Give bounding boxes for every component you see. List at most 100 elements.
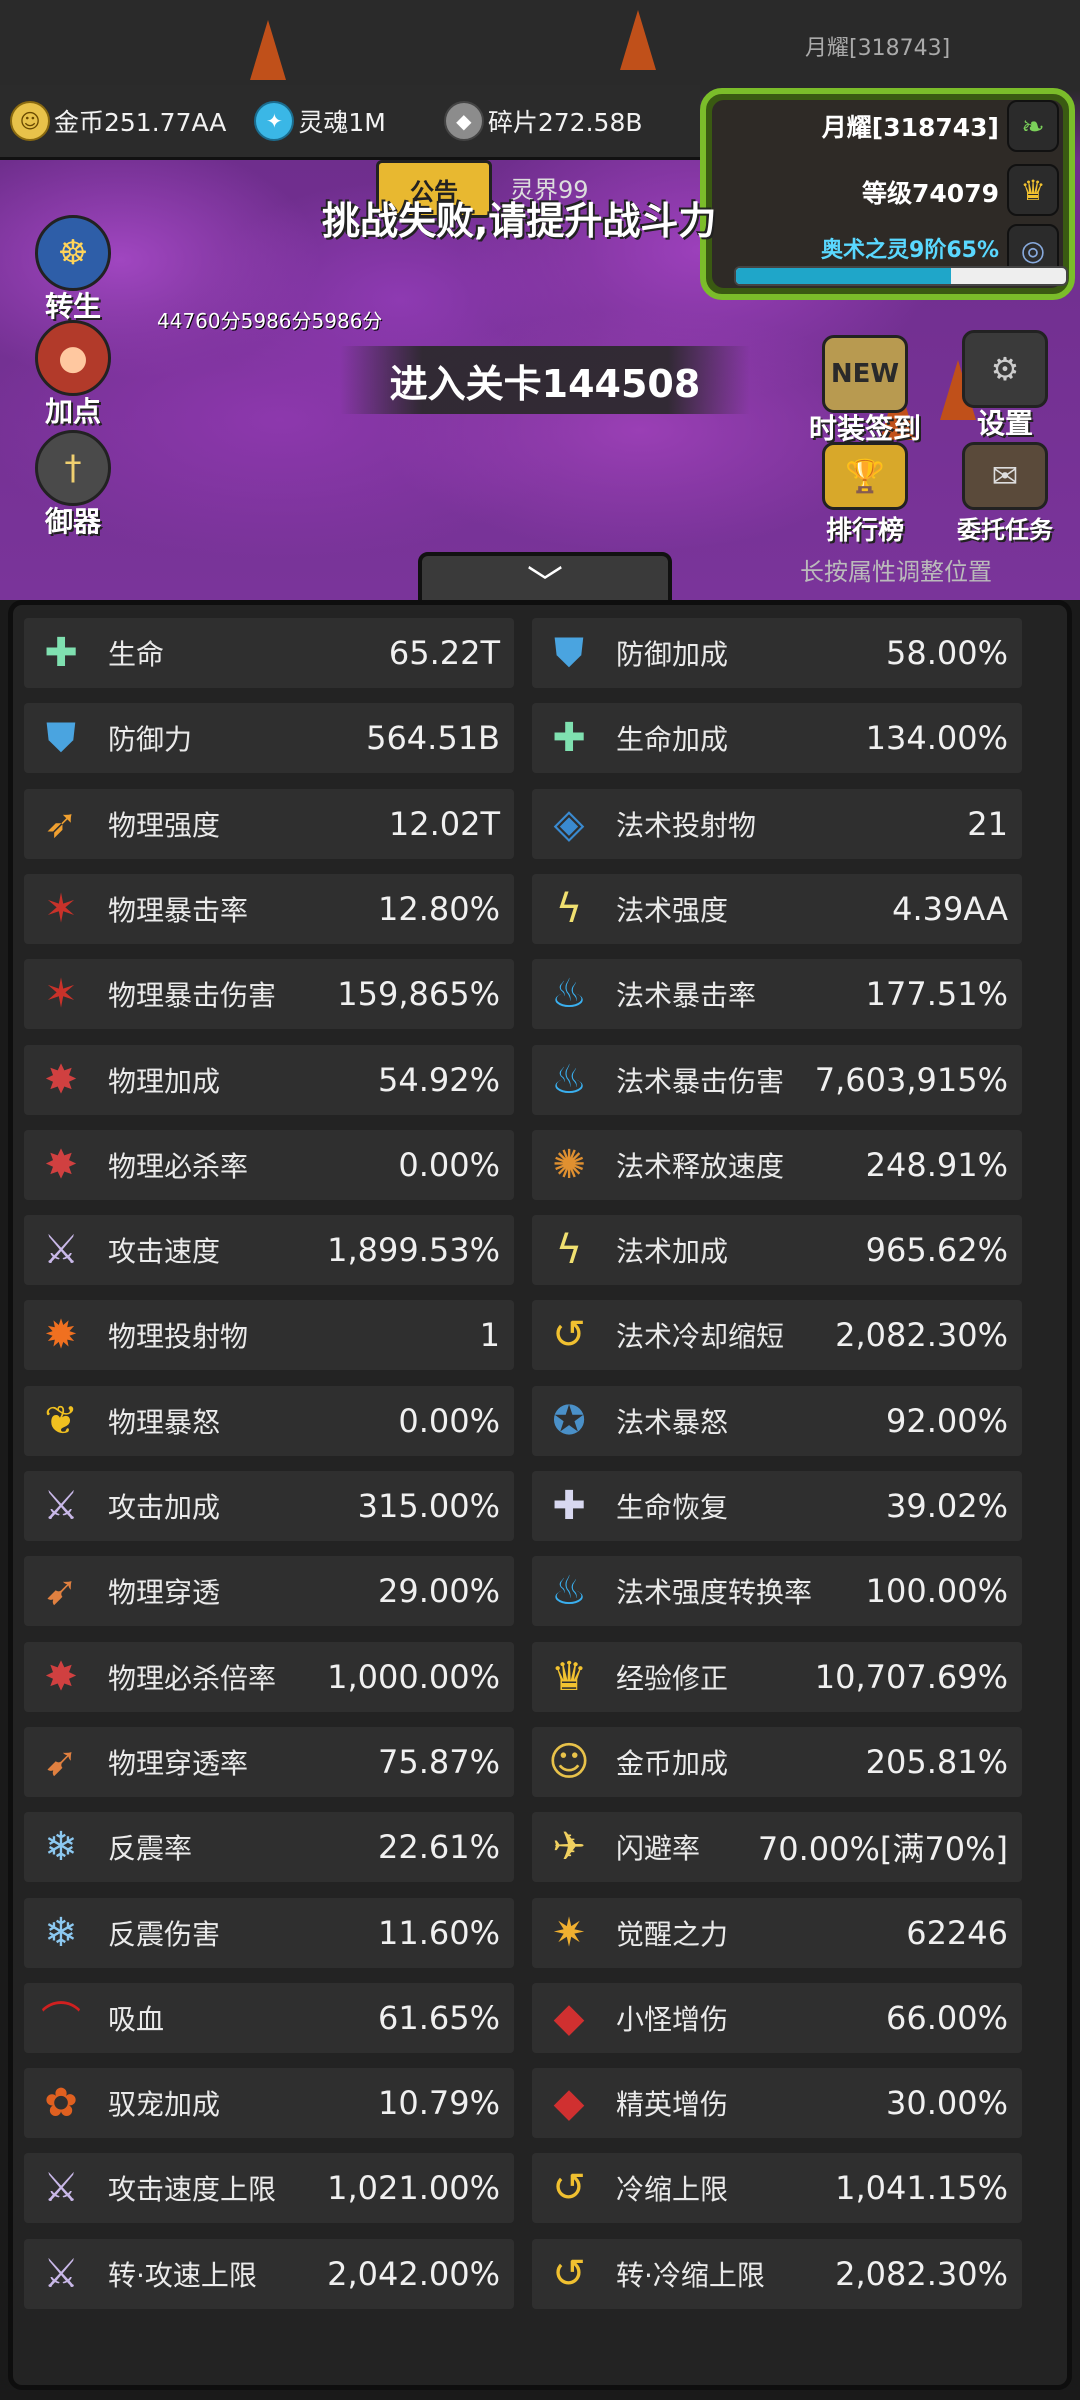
stat-row[interactable]: ☺ 金币加成 205.81% <box>532 1726 1022 1797</box>
stat-name: 物理投射物 <box>108 1320 249 1354</box>
stat-row[interactable]: ➹ 物理穿透 29.00% <box>24 1556 514 1627</box>
stat-value: 159,865% <box>337 975 500 1014</box>
add-points-button[interactable]: ● 加点 <box>18 320 128 430</box>
settings-button[interactable]: ⚙ 设置 <box>950 330 1060 442</box>
stat-row[interactable]: ↺ 转·冷缩上限 2,082.30% <box>532 2238 1022 2309</box>
stat-row[interactable]: ⛊ 防御力 564.51B <box>24 703 514 774</box>
stat-value: 4.39AA <box>892 889 1008 928</box>
physical-crit-icon: ✶ <box>44 885 78 932</box>
stat-row[interactable]: ϟ 法术强度 4.39AA <box>532 873 1022 944</box>
stat-value: 11.60% <box>377 1913 500 1952</box>
stat-row[interactable]: ↺ 冷缩上限 1,041.15% <box>532 2153 1022 2224</box>
sword-icon: ⚔ <box>43 1483 79 1529</box>
stat-row[interactable]: ❄ 反震伤害 11.60% <box>24 1897 514 1968</box>
stat-name: 生命恢复 <box>616 1491 729 1524</box>
stat-name: 小怪增伤 <box>616 2002 729 2036</box>
projectile-icon: ✹ <box>44 1312 78 1359</box>
stat-row[interactable]: ♨ 法术暴击率 177.51% <box>532 959 1022 1030</box>
commission-button[interactable]: ✉ 委托任务 <box>940 442 1070 545</box>
fashion-signin-button[interactable]: NEW 时装签到 <box>790 335 940 447</box>
stat-row[interactable]: ♨ 法术强度转换率 100.00% <box>532 1556 1022 1627</box>
stat-row[interactable]: ✪ 法术暴怒 92.00% <box>532 1385 1022 1456</box>
stat-row[interactable]: ⚔ 攻击速度 1,899.53% <box>24 1215 514 1286</box>
stat-name: 物理暴怒 <box>108 1405 221 1439</box>
stat-row[interactable]: ➹ 物理穿透率 75.87% <box>24 1726 514 1797</box>
stat-row[interactable]: ϟ 法术加成 965.62% <box>532 1215 1022 1286</box>
crown-icon[interactable]: ♛ <box>1007 164 1059 216</box>
stat-row[interactable]: ◆ 精英增伤 30.00% <box>532 2068 1022 2139</box>
life-cross-icon: ✚ <box>44 630 78 676</box>
stat-value: 177.51% <box>865 975 1008 1014</box>
stat-row[interactable]: ⛊ 防御加成 58.00% <box>532 618 1022 688</box>
player-name: 月耀[318743] <box>821 113 999 142</box>
stat-row[interactable]: ⌒ 吸血 61.65% <box>24 1982 514 2053</box>
stat-row[interactable]: ⚔ 转·攻速上限 2,042.00% <box>24 2238 514 2309</box>
rebirth-label: 转生 <box>44 290 101 323</box>
fragment-icon: ◆ <box>443 101 484 141</box>
cooldown-icon: ↺ <box>552 2165 586 2212</box>
stat-row[interactable]: ♛ 经验修正 10,707.69% <box>532 1641 1022 1712</box>
stat-row[interactable]: ✚ 生命恢复 39.02% <box>532 1471 1022 1541</box>
stat-row[interactable]: ⚔ 攻击加成 315.00% <box>24 1471 514 1541</box>
blue-flame-icon: ♨ <box>551 1056 587 1103</box>
stat-row[interactable]: ✸ 物理加成 54.92% <box>24 1044 514 1115</box>
awaken-icon: ✷ <box>552 1909 586 1956</box>
enter-stage-button[interactable]: 进入关卡144508 <box>340 346 750 414</box>
meat-icon: ● <box>35 320 111 396</box>
stat-row[interactable]: ✸ 物理必杀倍率 1,000.00% <box>24 1641 514 1712</box>
rebirth-button[interactable]: ☸ 转生 <box>18 215 128 325</box>
stat-row[interactable]: ⚔ 攻击速度上限 1,021.00% <box>24 2153 514 2224</box>
stat-row[interactable]: ↺ 法术冷却缩短 2,082.30% <box>532 1300 1022 1371</box>
stat-value: 12.02T <box>388 804 500 843</box>
stat-name: 法术强度转换率 <box>616 1576 813 1610</box>
stat-row[interactable]: ➶ 物理强度 12.02T <box>24 788 514 859</box>
stat-row[interactable]: ✸ 物理必杀率 0.00% <box>24 1129 514 1200</box>
settings-label: 设置 <box>976 407 1033 440</box>
stat-name: 转·冷缩上限 <box>616 2258 765 2292</box>
stat-value: 7,603,915% <box>814 1060 1008 1099</box>
stat-name: 驭宠加成 <box>108 2088 221 2122</box>
stat-row[interactable]: ◆ 小怪增伤 66.00% <box>532 1982 1022 2053</box>
stat-row[interactable]: ✈ 闪避率 70.00%[满70%] <box>532 1812 1022 1883</box>
stat-row[interactable]: ✚ 生命 65.22T <box>24 618 514 688</box>
stat-value: 62246 <box>906 1913 1008 1952</box>
fragment-amount: 碎片272.58B <box>487 108 643 137</box>
snowflake-icon: ❄ <box>44 1909 78 1956</box>
fail-message: 挑战失败,请提升战斗力 <box>322 199 717 243</box>
stat-value: 58.00% <box>885 634 1008 672</box>
blue-flame-icon: ♨ <box>551 1568 587 1615</box>
stat-row[interactable]: ✶ 物理暴击率 12.80% <box>24 873 514 944</box>
attack-speed-icon: ⚔ <box>43 1227 79 1274</box>
player-name-overhead: 月耀[318743] <box>805 36 951 61</box>
stat-name: 精英增伤 <box>616 2088 729 2122</box>
fragment-resource: ◆ 碎片272.58B <box>443 101 643 141</box>
stat-row[interactable]: ✷ 觉醒之力 62246 <box>532 1897 1022 1968</box>
stat-value: 134.00% <box>865 719 1008 758</box>
stat-name: 攻击加成 <box>108 1491 221 1524</box>
scenery-spike <box>620 10 656 70</box>
leaf-icon[interactable]: ❧ <box>1007 100 1059 152</box>
stat-row[interactable]: ✺ 法术释放速度 248.91% <box>532 1129 1022 1200</box>
stat-row[interactable]: ❦ 物理暴怒 0.00% <box>24 1385 514 1456</box>
stat-row[interactable]: ◈ 法术投射物 21 <box>532 788 1022 859</box>
stat-row[interactable]: ✶ 物理暴击伤害 159,865% <box>24 959 514 1030</box>
stat-name: 物理必杀率 <box>108 1149 249 1183</box>
artifact-label: 御器 <box>44 505 101 538</box>
stat-row[interactable]: ❄ 反震率 22.61% <box>24 1812 514 1883</box>
pet-icon: ✿ <box>44 2080 78 2127</box>
stat-row[interactable]: ✿ 驭宠加成 10.79% <box>24 2068 514 2139</box>
stat-name: 攻击速度 <box>108 1235 221 1269</box>
pierce-icon: ➹ <box>44 1738 78 1785</box>
stat-row[interactable]: ✹ 物理投射物 1 <box>24 1300 514 1371</box>
shield-icon: ⛊ <box>46 715 76 762</box>
leaderboard-button[interactable]: 🏆 排行榜 <box>800 442 930 547</box>
cooldown-icon: ↺ <box>552 2250 586 2297</box>
artifact-button[interactable]: † 御器 <box>18 430 128 540</box>
player-info-panel[interactable]: 月耀[318743] ❧ 等级74079 ♛ 奥术之灵9阶65% ◎ <box>700 88 1075 300</box>
stat-value: 65.22T <box>388 634 500 672</box>
stat-value: 21 <box>967 804 1008 843</box>
stat-value: 248.91% <box>865 1145 1008 1184</box>
stat-row[interactable]: ♨ 法术暴击伤害 7,603,915% <box>532 1044 1022 1115</box>
regen-icon: ✚ <box>552 1483 586 1529</box>
stat-row[interactable]: ✚ 生命加成 134.00% <box>532 703 1022 774</box>
